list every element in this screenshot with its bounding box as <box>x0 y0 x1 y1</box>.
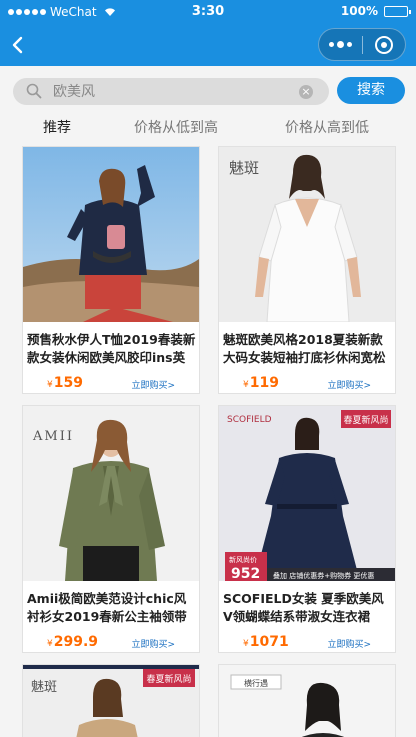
promo-badge-text: 春夏新风尚 <box>343 414 388 426</box>
product-price: ¥159 <box>47 375 83 391</box>
product-image[interactable] <box>23 147 199 322</box>
product-card[interactable]: AMII Amii极简欧美范设计chic风衬衫女2019春新公主袖领带通勤 ¥2… <box>22 405 200 653</box>
product-price: ¥1071 <box>243 634 289 650</box>
more-dots-icon[interactable] <box>319 29 362 60</box>
product-price: ¥119 <box>243 375 279 391</box>
mini-program-capsule <box>318 28 406 61</box>
product-image[interactable]: 魅斑 春夏新风尚 <box>23 665 199 737</box>
promo-strip-text: 叠加 店铺优惠券+购物券 更优惠 <box>273 571 374 580</box>
sale-price-label: 新风尚价 <box>229 555 257 564</box>
battery-percent: 100% <box>340 4 378 18</box>
product-title: Amii极简欧美范设计chic风衬衫女2019春新公主袖领带通勤 <box>27 591 187 624</box>
brand-logo: SCOFIELD <box>227 415 272 425</box>
currency-symbol: ¥ <box>47 639 53 649</box>
product-title: 预售秋水伊人T恤2019春装新款女装休闲欧美风胶印ins英文 <box>27 332 196 365</box>
buy-now-link[interactable]: 立即购买> <box>327 378 371 391</box>
sort-tabs: 推荐 价格从低到高 价格从高到低 <box>0 110 416 142</box>
price-value: 299.9 <box>53 634 99 650</box>
clear-icon[interactable]: × <box>299 85 313 99</box>
product-image[interactable]: 魅斑 <box>219 147 395 322</box>
product-price: ¥299.9 <box>47 634 98 650</box>
tab-price-descending[interactable]: 价格从高到低 <box>285 117 369 137</box>
tab-recommend[interactable]: 推荐 <box>43 117 71 137</box>
search-icon <box>26 83 42 99</box>
product-card[interactable]: 魅斑 春夏新风尚 <box>22 664 200 737</box>
sale-price-value: 952 <box>231 566 260 581</box>
product-image[interactable]: SCOFIELD 春夏新风尚 新风尚价 952 叠加 店铺优惠券+购物券 更优惠 <box>219 406 395 581</box>
brand-logo: AMII <box>32 429 74 444</box>
product-card[interactable]: 预售秋水伊人T恤2019春装新款女装休闲欧美风胶印ins英文 ¥159 立即购买… <box>22 146 200 394</box>
product-title: 魅斑欧美风格2018夏装新款大码女装短袖打底衫休闲宽松v <box>223 332 386 365</box>
target-circle-icon[interactable] <box>362 29 405 60</box>
currency-symbol: ¥ <box>243 380 249 390</box>
promo-badge-text: 春夏新风尚 <box>146 673 191 685</box>
product-image[interactable]: 横行遇 <box>219 665 395 737</box>
buy-now-link[interactable]: 立即购买> <box>131 637 175 650</box>
search-bar: × <box>13 78 329 105</box>
battery-group: 100% <box>340 4 411 18</box>
nav-bar <box>0 24 416 66</box>
product-card[interactable]: SCOFIELD 春夏新风尚 新风尚价 952 叠加 店铺优惠券+购物券 更优惠… <box>218 405 396 653</box>
status-bar: WeChat 3:30 100% <box>0 0 416 24</box>
tab-price-ascending[interactable]: 价格从低到高 <box>134 117 218 137</box>
product-title: SCOFIELD女装 夏季欧美风V领蝴蝶结系带淑女连衣裙 <box>223 591 384 624</box>
currency-symbol: ¥ <box>243 639 249 649</box>
brand-logo: 魅斑 <box>229 159 259 177</box>
product-image[interactable]: AMII <box>23 406 199 581</box>
product-card[interactable]: 横行遇 <box>218 664 396 737</box>
battery-icon <box>384 5 411 17</box>
buy-now-link[interactable]: 立即购买> <box>131 378 175 391</box>
search-input[interactable] <box>53 80 303 103</box>
price-value: 119 <box>249 375 279 391</box>
product-card[interactable]: 魅斑 魅斑欧美风格2018夏装新款大码女装短袖打底衫休闲宽松v ¥119 立即购… <box>218 146 396 394</box>
search-button[interactable]: 搜索 <box>337 77 405 104</box>
price-value: 159 <box>53 375 83 391</box>
brand-logo: 魅斑 <box>31 680 57 695</box>
currency-symbol: ¥ <box>47 380 53 390</box>
price-value: 1071 <box>249 634 289 650</box>
chevron-left-icon[interactable] <box>8 34 28 56</box>
promo-badge-text: 横行遇 <box>244 678 268 688</box>
buy-now-link[interactable]: 立即购买> <box>327 637 371 650</box>
